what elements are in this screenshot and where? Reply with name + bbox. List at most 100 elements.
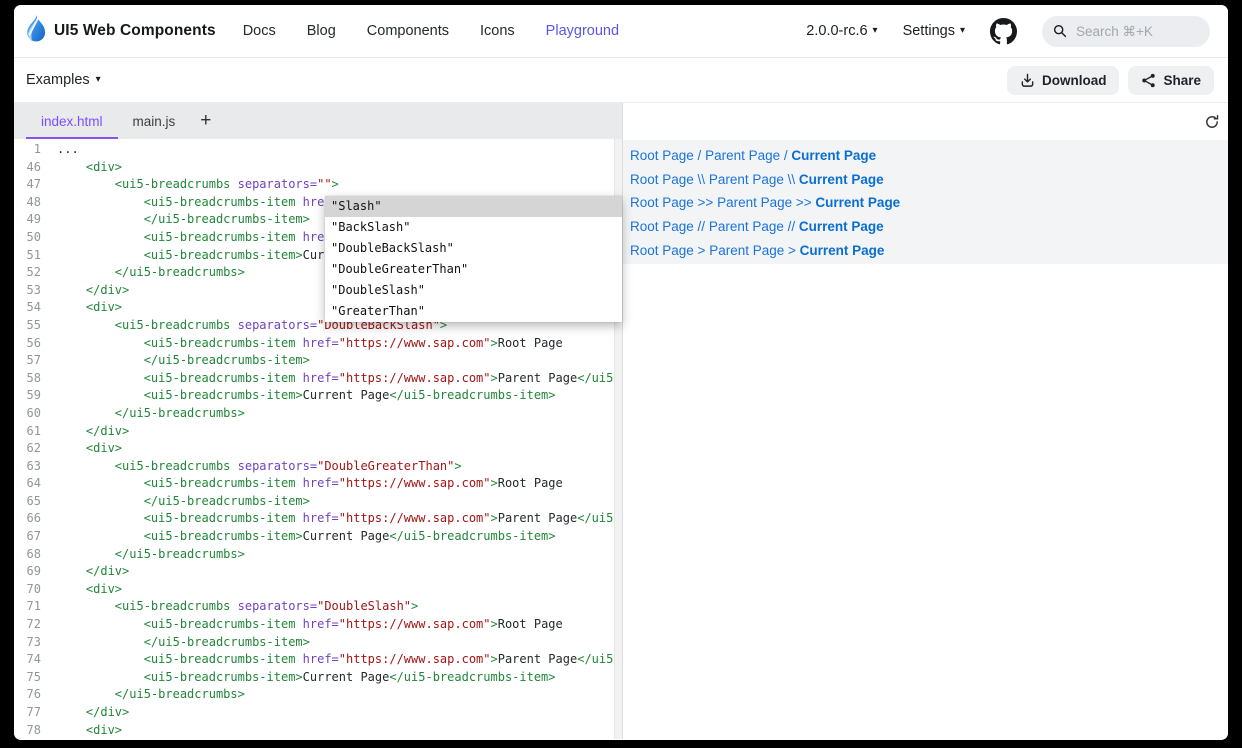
add-tab-button[interactable]: + (190, 103, 221, 139)
line-number: 48 (14, 194, 41, 212)
code-line[interactable]: 71 <ui5-breadcrumbs separators="DoubleSl… (14, 598, 622, 616)
nav-icons[interactable]: Icons (480, 23, 515, 39)
code-line[interactable]: 78 <div> (14, 722, 622, 740)
line-number: 67 (14, 528, 41, 546)
breadcrumb: Root Page / Parent Page / Current Page (623, 144, 1228, 168)
share-icon (1141, 73, 1156, 88)
breadcrumb-separator: > (694, 243, 709, 258)
breadcrumb: Root Page // Parent Page // Current Page (623, 215, 1228, 239)
search-icon (1053, 24, 1067, 38)
search-input[interactable] (1074, 23, 1198, 40)
download-button[interactable]: Download (1007, 66, 1120, 95)
breadcrumb-link-root[interactable]: Root Page (630, 219, 694, 234)
tab-main-js[interactable]: main.js (118, 103, 191, 139)
code-line[interactable]: 72 <ui5-breadcrumbs-item href="https://w… (14, 616, 622, 634)
code-line[interactable]: 61 </div> (14, 423, 622, 441)
line-number: 59 (14, 387, 41, 405)
nav-docs[interactable]: Docs (243, 23, 276, 39)
code-line[interactable]: 58 <ui5-breadcrumbs-item href="https://w… (14, 370, 622, 388)
brand[interactable]: UI5 Web Components (24, 14, 216, 48)
code-line[interactable]: 67 <ui5-breadcrumbs-item>Current Page</u… (14, 528, 622, 546)
breadcrumb-current-page: Current Page (799, 172, 884, 187)
screenshot-frame: { "colors": { "accent_violet": "#5C55E6"… (0, 0, 1242, 748)
site-header: UI5 Web Components Docs Blog Components … (14, 5, 1228, 58)
line-number: 72 (14, 616, 41, 634)
code-line[interactable]: 46 <div> (14, 159, 622, 177)
line-number: 65 (14, 493, 41, 511)
autocomplete-option[interactable]: "GreaterThan" (325, 301, 622, 322)
breadcrumb-separator: >> (792, 195, 815, 210)
line-number: 76 (14, 686, 41, 704)
nav-blog[interactable]: Blog (307, 23, 336, 39)
line-number: 71 (14, 598, 41, 616)
breadcrumb-link-parent[interactable]: Parent Page (705, 148, 780, 163)
breadcrumb-link-root[interactable]: Root Page (630, 243, 694, 258)
line-number: 69 (14, 563, 41, 581)
breadcrumb-current-page: Current Page (791, 148, 876, 163)
autocomplete-dropdown: "Slash""BackSlash""DoubleBackSlash""Doub… (325, 196, 622, 322)
breadcrumb-link-root[interactable]: Root Page (630, 148, 694, 163)
code-line[interactable]: 66 <ui5-breadcrumbs-item href="https://w… (14, 510, 622, 528)
breadcrumb-link-parent[interactable]: Parent Page (717, 195, 792, 210)
editor-tabbar: index.html main.js + (14, 103, 622, 139)
version-menu[interactable]: 2.0.0-rc.6 ▾ (806, 23, 877, 39)
line-number: 51 (14, 247, 41, 265)
chevron-down-icon: ▾ (960, 26, 965, 36)
code-line[interactable]: 76 </ui5-breadcrumbs> (14, 686, 622, 704)
breadcrumb-link-parent[interactable]: Parent Page (709, 219, 784, 234)
code-line[interactable]: 1... (14, 141, 622, 159)
code-line[interactable]: 64 <ui5-breadcrumbs-item href="https://w… (14, 475, 622, 493)
code-line[interactable]: 75 <ui5-breadcrumbs-item>Current Page</u… (14, 669, 622, 687)
main-nav: Docs Blog Components Icons Playground (243, 23, 619, 39)
code-line[interactable]: 77 </div> (14, 704, 622, 722)
code-line[interactable]: 59 <ui5-breadcrumbs-item>Current Page</u… (14, 387, 622, 405)
brand-title: UI5 Web Components (54, 22, 216, 40)
line-number: 56 (14, 335, 41, 353)
line-number: 50 (14, 229, 41, 247)
line-number: 73 (14, 634, 41, 652)
code-line[interactable]: 68 </ui5-breadcrumbs> (14, 546, 622, 564)
tab-index-html[interactable]: index.html (26, 103, 118, 139)
nav-playground[interactable]: Playground (546, 23, 619, 39)
line-number: 62 (14, 440, 41, 458)
code-line[interactable]: 70 <div> (14, 581, 622, 599)
autocomplete-option[interactable]: "DoubleSlash" (325, 280, 622, 301)
autocomplete-option[interactable]: "BackSlash" (325, 217, 622, 238)
chevron-down-icon: ▾ (873, 26, 878, 36)
breadcrumb-link-root[interactable]: Root Page (630, 172, 694, 187)
nav-components[interactable]: Components (367, 23, 449, 39)
code-line[interactable]: 63 <ui5-breadcrumbs separators="DoubleGr… (14, 458, 622, 476)
share-button[interactable]: Share (1128, 66, 1214, 95)
code-line[interactable]: 57 </ui5-breadcrumbs-item> (14, 352, 622, 370)
line-number: 55 (14, 317, 41, 335)
examples-menu[interactable]: Examples ▾ (26, 72, 101, 88)
autocomplete-option[interactable]: "DoubleGreaterThan" (325, 259, 622, 280)
breadcrumb-separator: // (694, 219, 709, 234)
code-line[interactable]: 62 <div> (14, 440, 622, 458)
settings-menu[interactable]: Settings ▾ (903, 23, 965, 39)
autocomplete-option[interactable]: "Slash" (325, 196, 622, 217)
search-box[interactable] (1042, 16, 1210, 47)
autocomplete-option[interactable]: "DoubleBackSlash" (325, 238, 622, 259)
breadcrumb-link-root[interactable]: Root Page (630, 195, 694, 210)
breadcrumb: Root Page >> Parent Page >> Current Page (623, 191, 1228, 215)
breadcrumb-link-parent[interactable]: Parent Page (709, 172, 784, 187)
code-line[interactable]: 69 </div> (14, 563, 622, 581)
code-line[interactable]: 74 <ui5-breadcrumbs-item href="https://w… (14, 651, 622, 669)
breadcrumb-separator: \\ (784, 172, 799, 187)
github-link[interactable] (990, 18, 1017, 45)
line-number: 47 (14, 176, 41, 194)
code-line[interactable]: 56 <ui5-breadcrumbs-item href="https://w… (14, 335, 622, 353)
line-number: 63 (14, 458, 41, 476)
code-line[interactable]: 47 <ui5-breadcrumbs separators=""> (14, 176, 622, 194)
line-number: 75 (14, 669, 41, 687)
line-number: 49 (14, 211, 41, 229)
breadcrumb-link-parent[interactable]: Parent Page (709, 243, 784, 258)
line-number: 46 (14, 159, 41, 177)
refresh-button[interactable] (1204, 114, 1220, 130)
line-number: 74 (14, 651, 41, 669)
line-number: 70 (14, 581, 41, 599)
code-line[interactable]: 60 </ui5-breadcrumbs> (14, 405, 622, 423)
code-line[interactable]: 73 </ui5-breadcrumbs-item> (14, 634, 622, 652)
code-line[interactable]: 65 </ui5-breadcrumbs-item> (14, 493, 622, 511)
